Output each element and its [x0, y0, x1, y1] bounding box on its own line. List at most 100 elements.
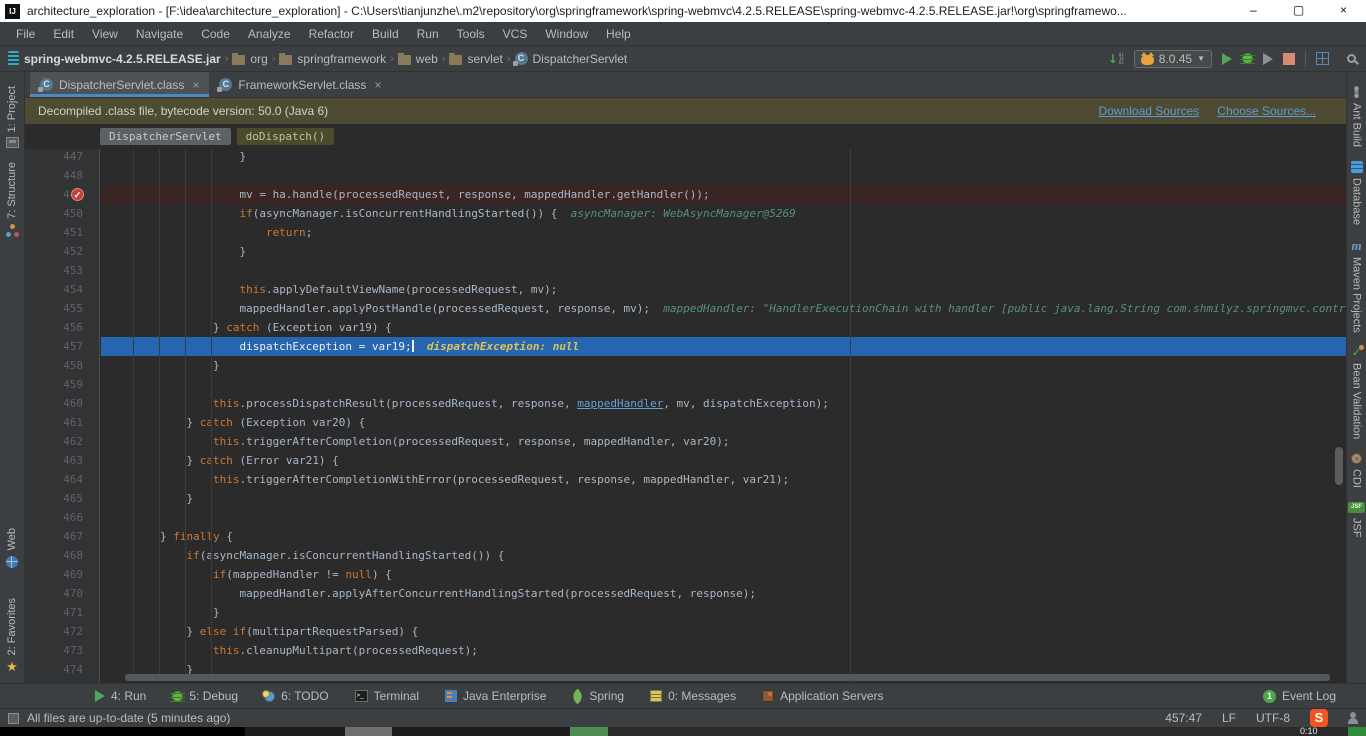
- run-with-coverage-button[interactable]: [1263, 53, 1273, 65]
- breadcrumb-label: springframework: [297, 52, 386, 66]
- chevron-down-icon: ▼: [1197, 54, 1205, 63]
- horizontal-scrollbar[interactable]: [125, 674, 1330, 681]
- project-icon: [6, 137, 19, 148]
- breadcrumb-item-org[interactable]: org: [232, 52, 267, 66]
- toolwindow-button-spring[interactable]: Spring: [572, 689, 624, 703]
- stop-button[interactable]: [1283, 53, 1295, 65]
- line-separator[interactable]: LF: [1222, 711, 1236, 725]
- choose-sources-link[interactable]: Choose Sources...: [1217, 104, 1316, 118]
- line-number: 474: [25, 660, 100, 679]
- navigation-bar: spring-webmvc-4.2.5.RELEASE.jar›org›spri…: [0, 46, 1366, 72]
- menu-item-navigate[interactable]: Navigate: [128, 25, 191, 43]
- search-everywhere-icon[interactable]: [1347, 54, 1356, 63]
- sidebar-item-bean-validation[interactable]: ✓Bean Validation: [1351, 347, 1363, 439]
- breadcrumb-item-spring-webmvc-4-2-5-release-jar[interactable]: spring-webmvc-4.2.5.RELEASE.jar: [8, 51, 221, 66]
- sidebar-item-ant-build[interactable]: Ant Build: [1351, 86, 1363, 147]
- file-encoding[interactable]: UTF-8: [1256, 711, 1290, 725]
- vertical-scrollbar[interactable]: [1335, 447, 1343, 485]
- maximize-button[interactable]: ▢: [1276, 0, 1321, 22]
- line-number: 462: [25, 432, 100, 451]
- breadcrumb-item-dispatcherservlet[interactable]: DispatcherServlet: [515, 52, 628, 66]
- database-icon: [1351, 161, 1363, 173]
- minimize-button[interactable]: –: [1231, 0, 1276, 22]
- class-breadcrumb-chip[interactable]: DispatcherServlet: [100, 128, 231, 145]
- menu-item-edit[interactable]: Edit: [45, 25, 82, 43]
- bytecode-viewer-icon[interactable]: [1108, 52, 1124, 66]
- code-line-457: dispatchException = var19; dispatchExcep…: [101, 337, 1346, 356]
- messages-icon: [650, 690, 662, 702]
- sidebar-item-database[interactable]: Database: [1351, 161, 1363, 225]
- code-line-448: [101, 166, 1346, 185]
- stripe-label: JSF: [1351, 518, 1363, 538]
- sidebar-item-web[interactable]: Web: [6, 528, 18, 567]
- toolwindow-button-label: Terminal: [374, 689, 419, 703]
- windows-taskbar-strip: 0:10: [0, 727, 1366, 736]
- menu-item-run[interactable]: Run: [409, 25, 447, 43]
- menu-item-code[interactable]: Code: [193, 25, 238, 43]
- code-line-464: this.triggerAfterCompletionWithError(pro…: [101, 470, 1346, 489]
- taskbar-segment: [570, 727, 608, 736]
- tab-dispatcherservlet-class[interactable]: DispatcherServlet.class×: [30, 72, 209, 97]
- toolwindow-button-java-enterprise[interactable]: Java Enterprise: [445, 689, 546, 703]
- breadcrumb-item-springframework[interactable]: springframework: [279, 52, 386, 66]
- tab-frameworkservlet-class[interactable]: FrameworkServlet.class ×: [209, 72, 391, 97]
- run-configuration-select[interactable]: 8.0.45 ▼: [1134, 50, 1212, 68]
- toolwindow-button-terminal[interactable]: Terminal: [355, 689, 419, 703]
- toolwindow-button-4-run[interactable]: 4: Run: [95, 689, 146, 703]
- event-log-button[interactable]: 1Event Log: [1263, 689, 1336, 703]
- run-icon: [95, 690, 105, 702]
- toolwindow-button-0-messages[interactable]: 0: Messages: [650, 689, 736, 703]
- stripe-label: CDI: [1351, 469, 1363, 488]
- close-tab-icon[interactable]: ×: [374, 78, 381, 92]
- code-editor[interactable]: 4474484494504514524534544554564574584594…: [25, 149, 1346, 683]
- method-breadcrumb-chip[interactable]: doDispatch(): [237, 128, 334, 145]
- close-tab-icon[interactable]: ×: [192, 78, 199, 92]
- restore-layout-icon[interactable]: [1316, 52, 1329, 65]
- sidebar-item-1-project[interactable]: 1: Project: [6, 86, 19, 148]
- menu-item-vcs[interactable]: VCS: [495, 25, 536, 43]
- menu-item-help[interactable]: Help: [598, 25, 639, 43]
- breadcrumb-separator: ›: [271, 53, 277, 65]
- code-line-472: } else if(multipartRequestParsed) {: [101, 622, 1346, 641]
- code-line-449: mv = ha.handle(processedRequest, respons…: [101, 185, 1346, 204]
- toolwindow-switcher-icon[interactable]: [8, 713, 19, 724]
- menu-item-refactor[interactable]: Refactor: [301, 25, 362, 43]
- breadcrumb-separator: ›: [389, 53, 395, 65]
- sogou-input-icon[interactable]: [1310, 709, 1328, 727]
- menu-item-tools[interactable]: Tools: [449, 25, 493, 43]
- sidebar-item-jsf[interactable]: JSF: [1348, 502, 1365, 538]
- breadcrumb-item-servlet[interactable]: servlet: [449, 52, 502, 66]
- menu-item-file[interactable]: File: [8, 25, 43, 43]
- breadcrumb-item-web[interactable]: web: [398, 52, 438, 66]
- window-title: architecture_exploration - [F:\idea\arch…: [27, 4, 1231, 18]
- class-icon: [219, 78, 232, 91]
- sidebar-item-2-favorites[interactable]: 2: Favorites★: [6, 598, 18, 673]
- line-number: 469: [25, 565, 100, 584]
- toolwindow-button-label: 0: Messages: [668, 689, 736, 703]
- caret-position[interactable]: 457:47: [1165, 711, 1202, 725]
- sidebar-item-7-structure[interactable]: 7: Structure: [6, 162, 18, 237]
- toolwindow-button-6-todo[interactable]: 6: TODO: [264, 689, 329, 703]
- folder-icon: [279, 55, 292, 65]
- appservers-icon: [762, 690, 774, 702]
- line-number: 471: [25, 603, 100, 622]
- debug-button[interactable]: [1242, 53, 1253, 64]
- indent-guide: [159, 149, 160, 675]
- toolwindow-button-5-debug[interactable]: 5: Debug: [172, 689, 238, 703]
- toolwindow-button-application-servers[interactable]: Application Servers: [762, 689, 883, 703]
- sidebar-item-maven-projects[interactable]: mMaven Projects: [1351, 239, 1363, 333]
- menu-item-view[interactable]: View: [84, 25, 126, 43]
- tab-label: FrameworkServlet.class: [238, 78, 366, 92]
- breakpoint-icon[interactable]: ✓: [71, 188, 84, 201]
- ant-icon: [1351, 86, 1363, 98]
- run-button[interactable]: [1222, 53, 1232, 65]
- structure-icon: [6, 224, 18, 237]
- menu-item-analyze[interactable]: Analyze: [240, 25, 299, 43]
- close-button[interactable]: ×: [1321, 0, 1366, 22]
- title-bar: IJ architecture_exploration - [F:\idea\a…: [0, 0, 1366, 22]
- sidebar-item-cdi[interactable]: CDI: [1351, 453, 1363, 488]
- menu-item-build[interactable]: Build: [364, 25, 407, 43]
- download-sources-link[interactable]: Download Sources: [1099, 104, 1200, 118]
- stripe-label: 1: Project: [6, 86, 18, 132]
- menu-item-window[interactable]: Window: [537, 25, 596, 43]
